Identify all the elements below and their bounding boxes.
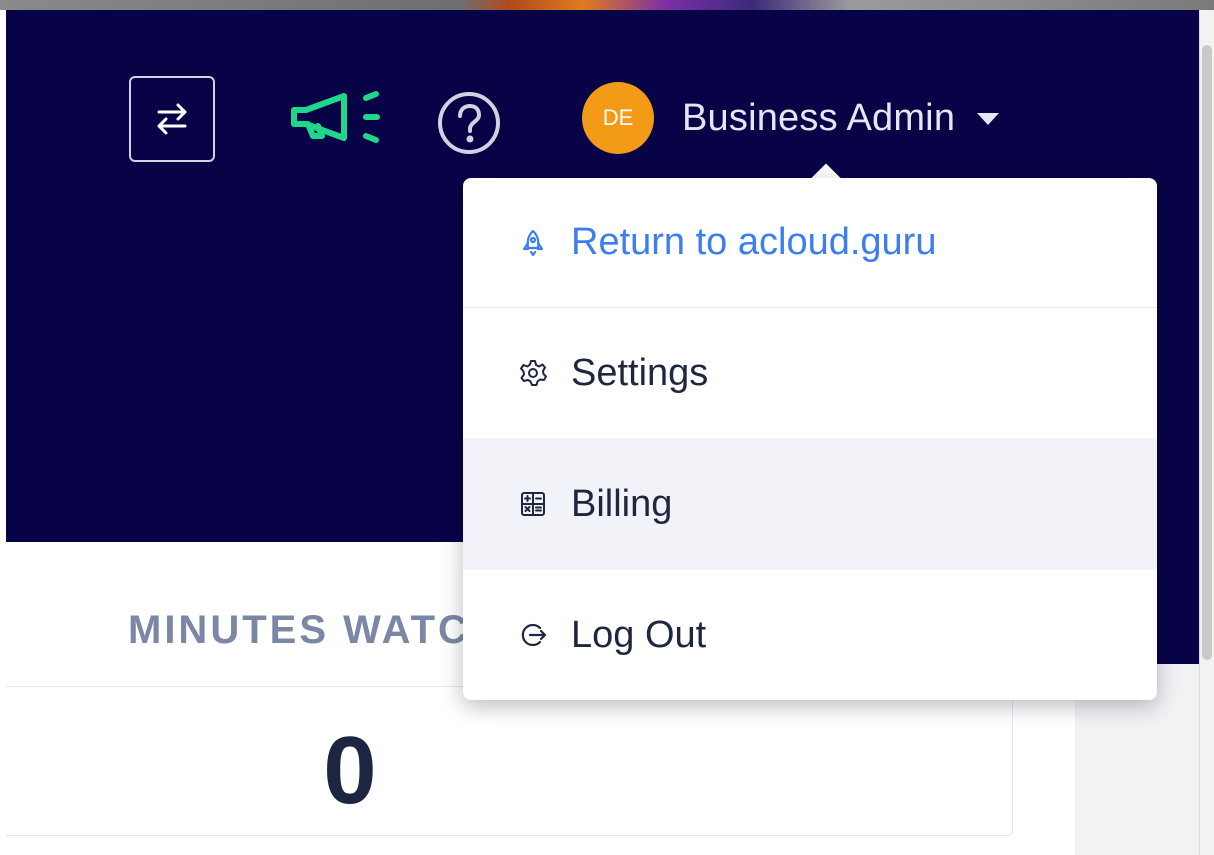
menu-item-logout[interactable]: Log Out [463,570,1157,700]
announcements-button[interactable] [286,90,386,146]
menu-item-label: Log Out [571,613,707,656]
logout-icon [515,617,551,653]
help-button[interactable] [436,90,502,156]
stat-label: MINUTES WATC [128,608,470,652]
gear-icon [515,355,551,391]
user-dropdown-menu: Return to acloud.guru Settings Billing L… [463,178,1157,700]
menu-item-label: Return to acloud.guru [571,221,937,263]
switch-view-button[interactable] [129,76,215,162]
menu-item-settings[interactable]: Settings [463,308,1157,438]
help-circle-icon [438,92,500,154]
user-menu-toggle[interactable]: DE Business Admin [582,82,1000,154]
menu-item-return[interactable]: Return to acloud.guru [463,178,1157,308]
browser-top-strip [0,0,1214,10]
rocket-icon [515,225,551,261]
avatar: DE [582,82,654,154]
caret-down-icon [977,113,1000,125]
megaphone-icon [291,91,380,143]
scrollbar-thumb[interactable] [1202,45,1212,660]
avatar-initials: DE [602,105,634,130]
menu-item-label: Billing [571,482,673,525]
menu-item-label: Settings [571,351,709,394]
calculator-icon [515,486,551,522]
menu-item-billing[interactable]: Billing [463,438,1157,570]
switch-arrows-icon [157,103,187,135]
stat-value: 0 [323,717,377,824]
user-name: Business Admin [682,96,956,139]
